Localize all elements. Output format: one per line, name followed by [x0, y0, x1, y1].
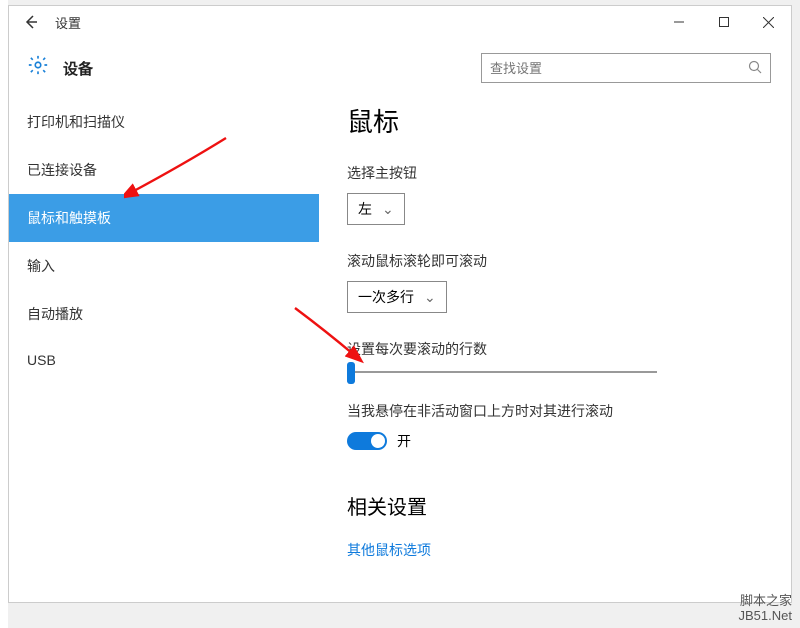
sidebar-item-label: 鼠标和触摸板 [27, 210, 111, 226]
other-mouse-options-link[interactable]: 其他鼠标选项 [347, 540, 763, 560]
scroll-lines-label: 设置每次要滚动的行数 [347, 339, 763, 359]
scroll-lines-slider[interactable] [347, 371, 657, 373]
search-box[interactable] [481, 53, 771, 83]
sidebar-item-typing[interactable]: 输入 [9, 242, 319, 290]
window-title: 设置 [55, 13, 81, 32]
toggle-knob [371, 434, 385, 448]
back-button[interactable] [9, 6, 53, 38]
sidebar-item-label: USB [27, 352, 56, 368]
page-title: 鼠标 [347, 102, 763, 139]
scroll-mode-select[interactable]: 一次多行 ⌄ [347, 281, 447, 313]
sidebar-item-label: 已连接设备 [27, 162, 97, 178]
sidebar-item-label: 自动播放 [27, 306, 83, 322]
sidebar-item-label: 输入 [27, 258, 55, 274]
watermark: 脚本之家 JB51.Net [739, 593, 792, 624]
sidebar-item-mouse-touchpad[interactable]: 鼠标和触摸板 [9, 194, 319, 242]
select-value: 左 [358, 199, 372, 219]
search-input[interactable] [490, 61, 748, 76]
header-title: 设备 [63, 58, 93, 79]
primary-button-select[interactable]: 左 ⌄ [347, 193, 405, 225]
sidebar-item-label: 打印机和扫描仪 [27, 114, 125, 130]
primary-button-label: 选择主按钮 [347, 163, 763, 183]
search-icon [748, 60, 762, 77]
related-heading: 相关设置 [347, 491, 763, 520]
content-pane: 鼠标 选择主按钮 左 ⌄ 滚动鼠标滚轮即可滚动 一次多行 ⌄ 设置每次要滚动的行… [319, 98, 791, 602]
inactive-hover-toggle[interactable] [347, 432, 387, 450]
sidebar-item-connected-devices[interactable]: 已连接设备 [9, 146, 319, 194]
toggle-state-label: 开 [397, 431, 411, 451]
minimize-button[interactable] [656, 6, 701, 38]
close-button[interactable] [746, 6, 791, 38]
sidebar-item-printers[interactable]: 打印机和扫描仪 [9, 98, 319, 146]
gear-icon [27, 54, 49, 82]
maximize-button[interactable] [701, 6, 746, 38]
select-value: 一次多行 [358, 287, 414, 307]
sidebar: 打印机和扫描仪 已连接设备 鼠标和触摸板 输入 自动播放 USB [9, 98, 319, 602]
chevron-down-icon: ⌄ [372, 201, 394, 218]
slider-thumb[interactable] [347, 362, 355, 384]
scroll-mode-label: 滚动鼠标滚轮即可滚动 [347, 251, 763, 271]
inactive-hover-label: 当我悬停在非活动窗口上方时对其进行滚动 [347, 401, 763, 421]
sidebar-item-usb[interactable]: USB [9, 338, 319, 382]
chevron-down-icon: ⌄ [414, 289, 436, 306]
sidebar-item-autoplay[interactable]: 自动播放 [9, 290, 319, 338]
